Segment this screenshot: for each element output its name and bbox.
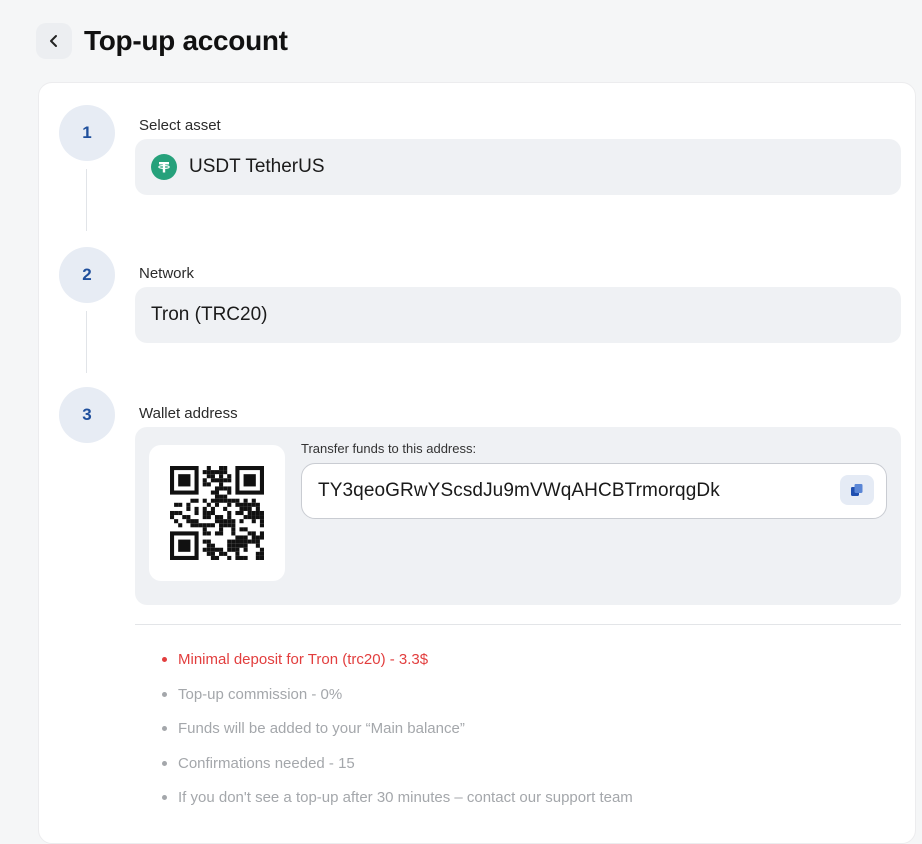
note-commission: Top-up commission - 0% [161, 684, 633, 719]
page-title: Top-up account [84, 25, 288, 56]
copy-address-button[interactable] [840, 475, 874, 505]
step-connector-1 [86, 169, 87, 231]
wallet-panel: Transfer funds to this address: TY3qeoGR… [135, 427, 901, 605]
note-support: If you don't see a top-up after 30 minut… [161, 787, 633, 822]
note-main-balance: Funds will be added to your “Main balanc… [161, 718, 633, 753]
step-3-number: 3 [59, 387, 115, 443]
wallet-label: Wallet address [139, 405, 238, 422]
back-button[interactable] [36, 23, 72, 59]
step-1-number: 1 [59, 105, 115, 161]
asset-label: Select asset [139, 117, 221, 134]
chevron-left-icon [50, 35, 57, 47]
transfer-label: Transfer funds to this address: [301, 441, 477, 456]
step-2-number: 2 [59, 247, 115, 303]
topup-card: 1 Select asset USDT TetherUS 2 Network T… [38, 82, 916, 844]
network-value: Tron (TRC20) [151, 304, 268, 325]
qr-code-image [170, 466, 264, 560]
note-confirmations: Confirmations needed - 15 [161, 753, 633, 788]
wallet-address: TY3qeoGRwYScsdJu9mVWqAHCBTrmorqgDk [318, 480, 720, 501]
deposit-notes: Minimal deposit for Tron (trc20) - 3.3$ … [161, 649, 633, 822]
asset-select[interactable]: USDT TetherUS [135, 139, 901, 195]
page-header: Top-up account [36, 20, 288, 62]
copy-icon [851, 484, 863, 496]
network-select[interactable]: Tron (TRC20) [135, 287, 901, 343]
qr-code [149, 445, 285, 581]
tether-icon [151, 154, 177, 180]
divider [135, 624, 901, 625]
step-connector-2 [86, 311, 87, 373]
wallet-address-field[interactable]: TY3qeoGRwYScsdJu9mVWqAHCBTrmorqgDk [301, 463, 887, 519]
note-minimal-deposit: Minimal deposit for Tron (trc20) - 3.3$ [161, 649, 633, 684]
asset-value: USDT TetherUS [189, 156, 325, 177]
network-label: Network [139, 265, 195, 282]
